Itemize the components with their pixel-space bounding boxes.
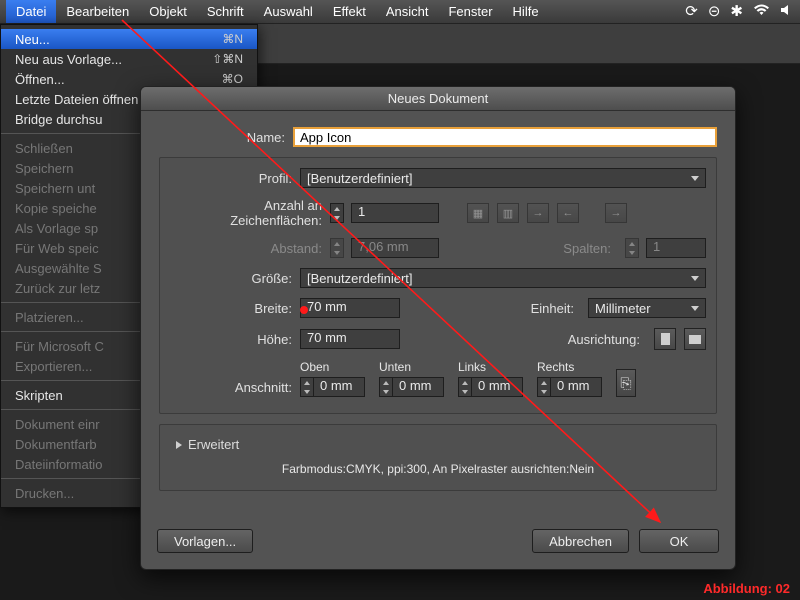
width-input[interactable]: 70 mm (300, 298, 400, 318)
bleed-left-input[interactable]: 0 mm (471, 377, 523, 397)
menu-item-neu[interactable]: Neu... ⌘N (1, 29, 257, 49)
bleed-label: Anschnitt: (170, 380, 300, 397)
menu-item-label: Neu... (15, 32, 222, 47)
wifi-icon (753, 4, 770, 19)
dialog-title: Neues Dokument (141, 87, 735, 111)
row-left-icon: ← (557, 203, 579, 223)
menu-fenster[interactable]: Fenster (438, 0, 502, 23)
artboards-input[interactable]: 1 (351, 203, 439, 223)
profile-label: Profil: (170, 171, 300, 186)
name-label: Name: (159, 130, 293, 145)
caret-down-icon (691, 176, 699, 181)
bleed-bottom-header: Unten (379, 360, 444, 374)
bleed-top-header: Oben (300, 360, 365, 374)
menubar: Datei Bearbeiten Objekt Schrift Auswahl … (0, 0, 800, 24)
bluetooth-icon: ✱ (730, 4, 743, 19)
menu-ansicht[interactable]: Ansicht (376, 0, 439, 23)
bleed-right-spinner[interactable] (537, 377, 551, 397)
bleed-right-header: Rechts (537, 360, 602, 374)
menu-auswahl[interactable]: Auswahl (254, 0, 323, 23)
height-label: Höhe: (170, 332, 300, 347)
bleed-bottom-spinner[interactable] (379, 377, 393, 397)
unit-dropdown[interactable]: Millimeter (588, 298, 706, 318)
artboards-spinner[interactable] (330, 203, 344, 223)
menu-item-shortcut: ⌘N (222, 32, 243, 46)
columns-input: 1 (646, 238, 706, 258)
menu-effekt[interactable]: Effekt (323, 0, 376, 23)
advanced-disclosure[interactable]: Erweitert (170, 433, 706, 452)
orientation-portrait[interactable] (654, 328, 676, 350)
profile-dropdown[interactable]: [Benutzerdefiniert] (300, 168, 706, 188)
mode-summary: Farbmodus:CMYK, ppi:300, An Pixelraster … (170, 452, 706, 482)
cancel-button[interactable]: Abbrechen (532, 529, 629, 553)
bleed-top-spinner[interactable] (300, 377, 314, 397)
bleed-left-header: Links (458, 360, 523, 374)
figure-caption: Abbildung: 02 (703, 581, 790, 596)
artboards-label: Anzahl an Zeichenflächen: (170, 198, 330, 228)
arrow-icon: → (605, 203, 627, 223)
columns-label: Spalten: (563, 241, 617, 256)
orientation-landscape[interactable] (684, 328, 706, 350)
spacing-input: 7,06 mm (351, 238, 439, 258)
volume-icon (780, 4, 794, 19)
bleed-bottom-input[interactable]: 0 mm (392, 377, 444, 397)
triangle-right-icon (176, 441, 182, 449)
menu-datei[interactable]: Datei (6, 0, 56, 23)
grid-layout-icon: ▥ (497, 203, 519, 223)
size-label: Größe: (170, 271, 300, 286)
grid-layout-icon: ▦ (467, 203, 489, 223)
info-icon: ⊝ (708, 4, 721, 19)
unit-label: Einheit: (531, 301, 580, 316)
menu-objekt[interactable]: Objekt (139, 0, 197, 23)
spacing-label: Abstand: (170, 241, 330, 256)
menu-schrift[interactable]: Schrift (197, 0, 254, 23)
name-input[interactable] (293, 127, 717, 147)
new-document-dialog: Neues Dokument Name: Profil: [Benutzerde… (140, 86, 736, 570)
height-input[interactable]: 70 mm (300, 329, 400, 349)
bleed-top-input[interactable]: 0 mm (313, 377, 365, 397)
caret-down-icon (691, 306, 699, 311)
spacing-spinner (330, 238, 344, 258)
columns-spinner (625, 238, 639, 258)
menu-hilfe[interactable]: Hilfe (503, 0, 549, 23)
menu-item-neu-vorlage[interactable]: Neu aus Vorlage... ⇧⌘N (1, 49, 257, 69)
ok-button[interactable]: OK (639, 529, 719, 553)
size-dropdown[interactable]: [Benutzerdefiniert] (300, 268, 706, 288)
row-right-icon: → (527, 203, 549, 223)
menu-bearbeiten[interactable]: Bearbeiten (56, 0, 139, 23)
status-icons: ⟳ ⊝ ✱ (685, 4, 794, 19)
bleed-right-input[interactable]: 0 mm (550, 377, 602, 397)
link-bleed-icon[interactable]: ⎘ (616, 369, 636, 397)
templates-button[interactable]: Vorlagen... (157, 529, 253, 553)
caret-down-icon (691, 276, 699, 281)
width-label: Breite: (170, 301, 300, 316)
bleed-left-spinner[interactable] (458, 377, 472, 397)
orientation-label: Ausrichtung: (568, 332, 646, 347)
sync-icon: ⟳ (685, 4, 698, 19)
